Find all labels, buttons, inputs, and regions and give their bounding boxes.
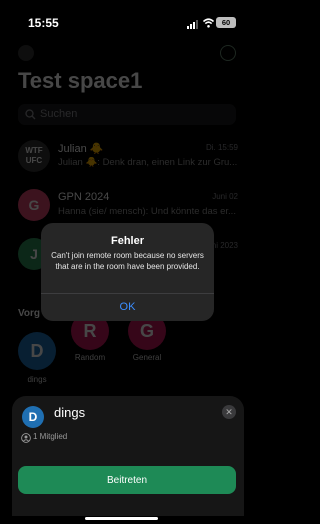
member-count: 1 Mitglied [33,432,68,441]
chat-preview: Julian 🐥: Denk dran, einen Link zur Gru.… [58,157,238,168]
chat-avatar: G [18,189,50,221]
chat-time: Di. 15:59 [205,143,238,152]
suggested-section-label: Vorg [18,308,41,319]
close-icon[interactable]: ✕ [222,405,236,419]
chat-preview: Hanna (sie/ mensch): Und könnte das er..… [58,206,236,217]
battery-icon: 60 [216,17,236,28]
suggested-room-dings[interactable]: D dings [13,332,61,384]
more-options-icon[interactable] [220,45,236,61]
chat-avatar: WTF UFC [18,140,50,172]
search-placeholder: Suchen [40,108,78,120]
chat-title: GPN 2024 [58,191,110,203]
search-icon [25,109,36,120]
signal-icon [187,20,198,29]
room-name: Random [74,353,106,362]
room-name: General [132,353,162,362]
room-avatar: D [18,332,56,370]
room-preview-sheet: D dings ✕ 1 Mitglied Beitreten [12,396,244,516]
chat-title: Julian 🐥 [58,143,104,155]
alert-title: Fehler [110,235,144,247]
error-alert-dialog: Fehler Can't join remote room because no… [41,223,214,321]
page-title: Test space1 [18,68,143,93]
chat-time: Juni 02 [212,192,238,201]
home-indicator [85,517,158,520]
search-input[interactable]: Suchen [18,104,236,125]
room-avatar: D [22,406,44,428]
ok-button[interactable]: OK [41,294,214,321]
wifi-icon [203,18,214,28]
profile-avatar[interactable] [18,45,34,61]
room-name: dings [27,375,47,384]
join-button[interactable]: Beitreten [18,466,236,494]
status-time: 15:55 [28,16,59,30]
members-icon [21,433,31,443]
status-bar: 15:55 60 [0,0,243,40]
room-title: dings [54,405,86,420]
alert-message: Can't join remote room because no server… [51,251,204,271]
chat-item-julian[interactable]: WTF UFC Julian 🐥 Julian 🐥: Denk dran, ei… [18,140,238,176]
chat-item-gpn[interactable]: G GPN 2024 Hanna (sie/ mensch): Und könn… [18,189,238,225]
